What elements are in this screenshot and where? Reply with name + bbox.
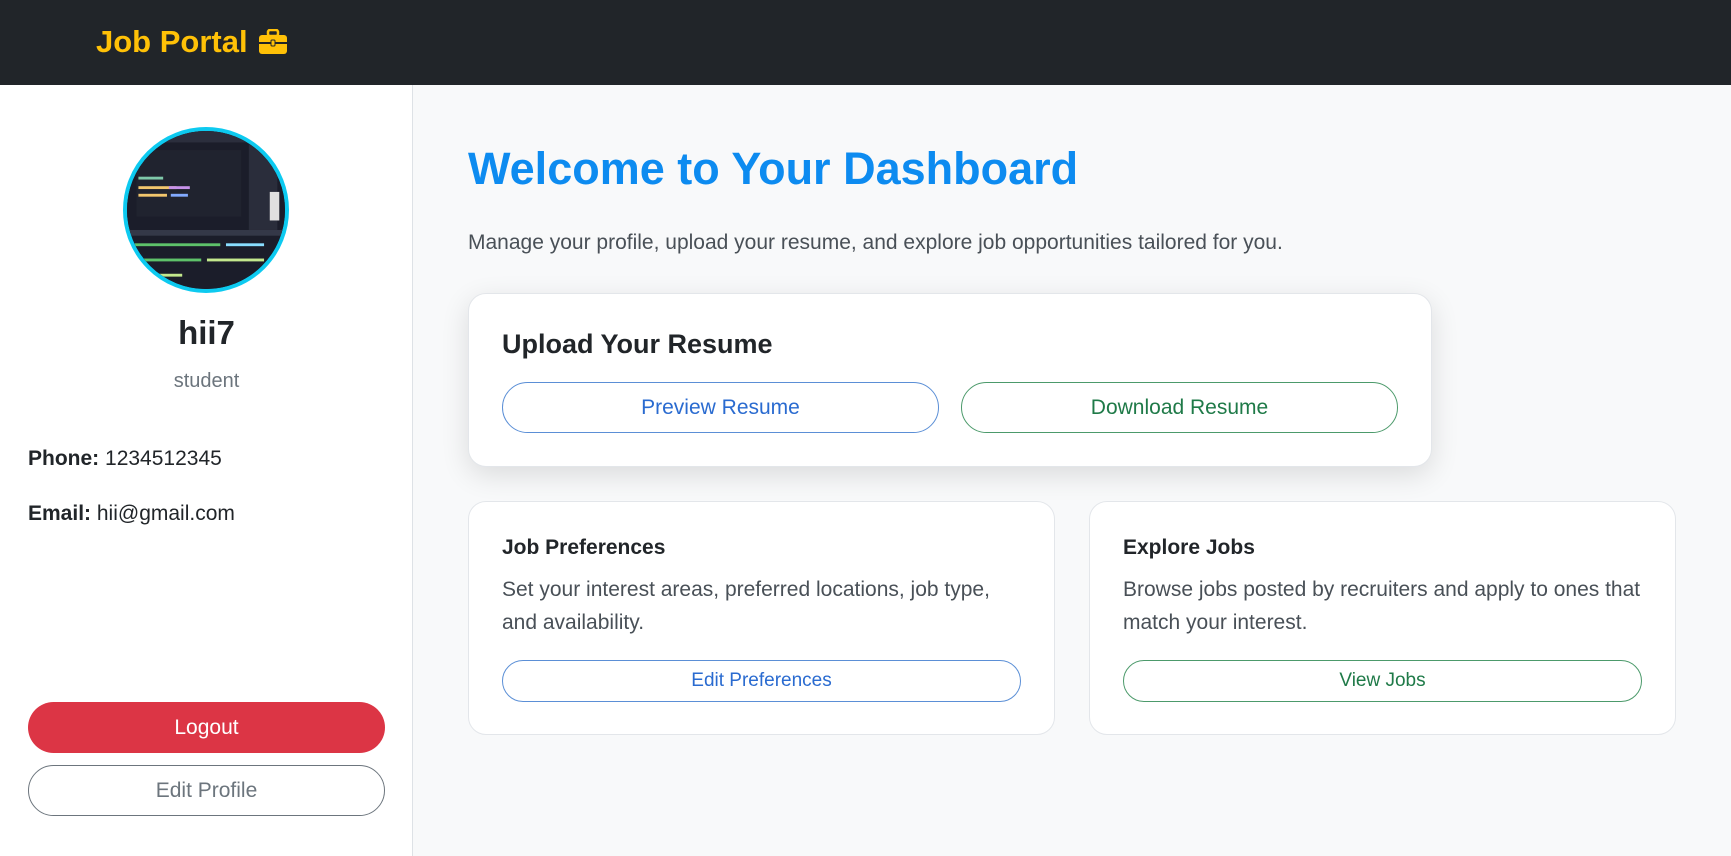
edit-preferences-button[interactable]: Edit Preferences (502, 660, 1021, 702)
page-description: Manage your profile, upload your resume,… (468, 231, 1283, 254)
job-preferences-text: Set your interest areas, preferred locat… (502, 578, 990, 634)
brand-text: Job Portal (96, 24, 248, 59)
dashboard-main: Welcome to Your Dashboard Manage your pr… (414, 85, 1731, 856)
avatar-image (127, 131, 285, 289)
job-preferences-card: Job Preferences Set your interest areas,… (468, 501, 1055, 735)
profile-email: Email: hii@gmail.com (28, 502, 235, 526)
briefcase-icon (258, 29, 288, 55)
avatar (123, 127, 289, 293)
view-jobs-button[interactable]: View Jobs (1123, 660, 1642, 702)
explore-jobs-title: Explore Jobs (1123, 536, 1255, 559)
brand-link[interactable]: Job Portal (96, 24, 288, 60)
resume-card: Upload Your Resume Preview Resume Downlo… (468, 293, 1432, 467)
profile-role: student (173, 370, 240, 392)
sidebar: hii7 student Phone: 1234512345 Email: hi… (0, 85, 413, 856)
logout-button[interactable]: Logout (28, 702, 385, 753)
edit-profile-button[interactable]: Edit Profile (28, 765, 385, 816)
phone-label: Phone: (28, 447, 100, 470)
email-label: Email: (28, 502, 92, 525)
download-resume-button[interactable]: Download Resume (961, 382, 1398, 433)
phone-value: 1234512345 (105, 447, 222, 470)
preview-resume-button[interactable]: Preview Resume (502, 382, 939, 433)
explore-jobs-card: Explore Jobs Browse jobs posted by recru… (1089, 501, 1676, 735)
explore-jobs-text: Browse jobs posted by recruiters and app… (1123, 578, 1641, 634)
page-title: Welcome to Your Dashboard (468, 143, 1079, 194)
profile-phone: Phone: 1234512345 (28, 447, 222, 471)
job-preferences-title: Job Preferences (502, 536, 666, 559)
top-navbar: Job Portal (0, 0, 1731, 85)
resume-card-title: Upload Your Resume (502, 329, 773, 359)
profile-username: hii7 (178, 314, 235, 351)
email-value: hii@gmail.com (96, 502, 235, 525)
